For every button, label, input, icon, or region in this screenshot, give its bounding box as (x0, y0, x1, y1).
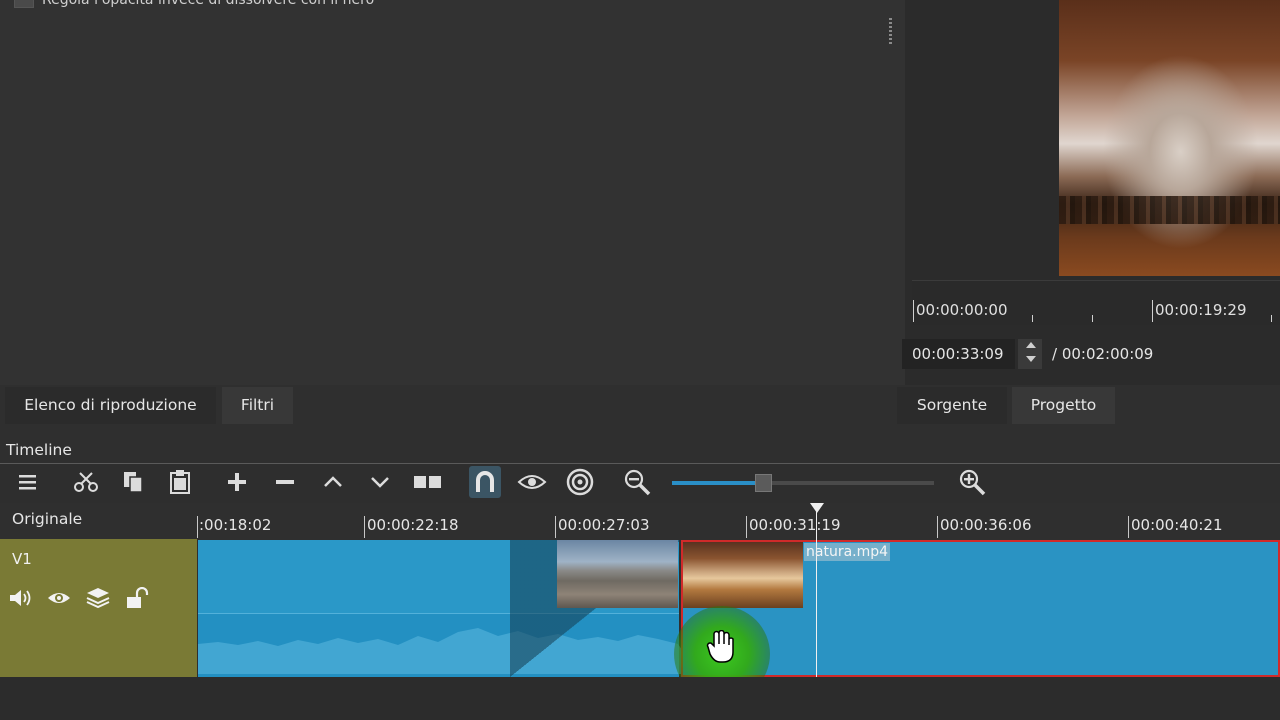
mute-icon[interactable] (8, 586, 32, 610)
video-preview (1059, 0, 1280, 276)
clip-thumbnail (683, 542, 803, 608)
tab-project[interactable]: Progetto (1012, 387, 1115, 424)
ruler-tick (937, 516, 938, 538)
ruler-label: 00:00:27:03 (558, 516, 650, 534)
filters-panel (0, 0, 905, 385)
player-ruler-tick (1092, 315, 1093, 322)
video-preview-detail (1059, 196, 1280, 224)
remove-icon[interactable] (269, 466, 301, 498)
ruler-tick (555, 516, 556, 538)
lock-icon[interactable] (125, 586, 149, 610)
total-duration: / 00:02:00:09 (1052, 345, 1154, 363)
zoom-slider-fill (672, 481, 764, 485)
track-name: V1 (12, 550, 32, 568)
snap-icon[interactable] (469, 466, 501, 498)
ruler-tick (1128, 516, 1129, 538)
spin-up-icon[interactable] (1026, 342, 1036, 348)
menu-icon[interactable] (12, 466, 44, 498)
ruler-tick (364, 516, 365, 538)
ruler-header-label: Originale (12, 510, 83, 528)
player-ruler-tick (1152, 300, 1153, 322)
tab-playlist[interactable]: Elenco di riproduzione (5, 387, 216, 424)
overwrite-icon[interactable] (364, 466, 396, 498)
player-ruler-label: 00:00:19:29 (1155, 301, 1247, 319)
timeline-empty-area (0, 677, 1280, 720)
tab-source[interactable]: Sorgente (897, 387, 1007, 424)
ruler-tick (197, 516, 198, 538)
ruler-label: 00:00:36:06 (940, 516, 1032, 534)
fade-opacity-checkbox[interactable] (14, 0, 34, 8)
ruler-label: :00:18:02 (199, 516, 272, 534)
ruler-label: 00:00:40:21 (1131, 516, 1223, 534)
player-ruler-tick (1271, 315, 1272, 322)
paste-icon[interactable] (164, 466, 196, 498)
fade-opacity-label: Regola l'opacità invece di dissolvere co… (42, 0, 375, 8)
split-icon[interactable] (412, 466, 444, 498)
ripple-icon[interactable] (564, 466, 596, 498)
panel-splitter-handle[interactable] (889, 18, 892, 44)
cut-icon[interactable] (70, 466, 102, 498)
ruler-tick (746, 516, 747, 538)
spin-down-icon[interactable] (1026, 356, 1036, 362)
current-time-value: 00:00:33:09 (912, 345, 1004, 363)
tab-filters[interactable]: Filtri (222, 387, 293, 424)
hand-cursor-icon (706, 629, 734, 664)
scrub-icon[interactable] (516, 466, 548, 498)
append-icon[interactable] (221, 466, 253, 498)
ruler-label: 00:00:22:18 (367, 516, 459, 534)
zoom-in-icon[interactable] (956, 466, 988, 498)
zoom-out-icon[interactable] (621, 466, 653, 498)
player-ruler-tick (913, 300, 914, 322)
player-ruler-label: 00:00:00:00 (916, 301, 1008, 319)
zoom-slider-handle[interactable] (755, 474, 772, 492)
playhead-marker[interactable] (810, 503, 824, 513)
copy-icon[interactable] (117, 466, 149, 498)
player-ruler-tick (1032, 315, 1033, 322)
eye-icon[interactable] (47, 586, 71, 610)
timeline-title: Timeline (6, 441, 72, 459)
layers-icon[interactable] (86, 586, 110, 610)
lift-icon[interactable] (317, 466, 349, 498)
clip-thumbnail (557, 540, 678, 608)
timeline-ruler[interactable] (197, 503, 1280, 539)
ruler-label: 00:00:31:19 (749, 516, 841, 534)
